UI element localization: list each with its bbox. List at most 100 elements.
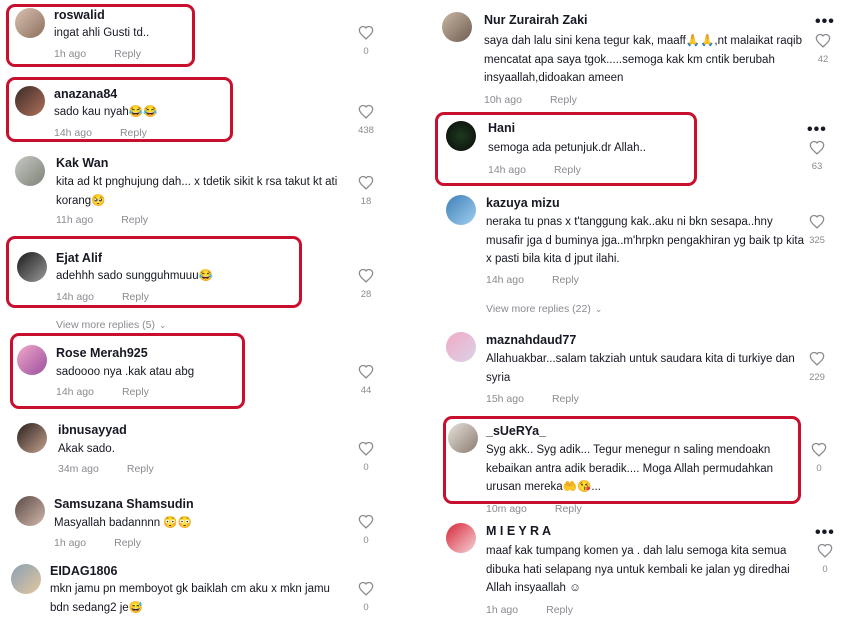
heart-icon — [358, 25, 374, 40]
view-more-replies-link[interactable]: View more replies (5) ⌄ — [56, 319, 167, 331]
comment-text: neraka tu pnas x t'tanggung kak..aku ni … — [486, 216, 804, 265]
like-button[interactable]: 0 — [357, 441, 375, 473]
heart-icon — [358, 104, 374, 119]
comment-text: mkn jamu pn memboyot gk baiklah cm aku x… — [50, 583, 330, 614]
more-options-icon[interactable]: ••• — [815, 14, 835, 30]
like-count: 229 — [809, 372, 825, 383]
comment-username[interactable]: EIDAG1806 — [50, 564, 117, 578]
avatar[interactable] — [446, 523, 476, 553]
like-button[interactable]: 44 — [357, 364, 375, 396]
heart-icon — [811, 442, 827, 457]
comment-text: Masyallah badannnn 😳😳 — [54, 517, 192, 529]
comment-time: 1h ago — [486, 604, 519, 616]
like-count: 0 — [363, 602, 369, 613]
comment-username[interactable]: Samsuzana Shamsudin — [54, 497, 194, 511]
reply-button[interactable]: Reply — [121, 214, 148, 226]
comment-meta: 11h ago Reply — [56, 214, 148, 226]
avatar[interactable] — [15, 496, 45, 526]
panel-gap — [385, 0, 431, 620]
like-button[interactable]: 0 — [357, 581, 375, 613]
like-button[interactable]: 0 — [810, 442, 828, 474]
view-more-label: View more replies (5) — [56, 319, 156, 331]
more-options-icon[interactable]: ••• — [807, 122, 827, 138]
comment-meta: 10h ago Reply — [484, 94, 577, 106]
like-count: 325 — [809, 235, 825, 246]
heart-icon — [817, 543, 833, 558]
like-button[interactable]: 42 — [814, 33, 832, 65]
like-count: 0 — [822, 564, 828, 575]
heart-icon — [809, 140, 825, 155]
heart-icon — [358, 268, 374, 283]
comment-meta: 34m ago Reply — [58, 463, 154, 475]
heart-icon — [358, 175, 374, 190]
chevron-down-icon: ⌄ — [594, 304, 603, 314]
comment-username[interactable]: ibnusayyad — [58, 423, 127, 437]
reply-button[interactable]: Reply — [114, 537, 141, 549]
like-button[interactable]: 0 — [357, 25, 375, 57]
reply-button[interactable]: Reply — [552, 393, 579, 405]
highlight-box — [6, 4, 195, 67]
like-count: 0 — [363, 535, 369, 546]
reply-button[interactable]: Reply — [552, 274, 579, 286]
heart-icon — [358, 364, 374, 379]
highlight-box — [6, 77, 233, 142]
like-count: 0 — [363, 46, 369, 57]
heart-icon — [358, 441, 374, 456]
chevron-down-icon: ⌄ — [159, 320, 167, 330]
like-button[interactable]: 325 — [808, 214, 826, 246]
reply-button[interactable]: Reply — [550, 94, 577, 106]
highlight-box — [10, 333, 245, 409]
like-button[interactable]: 0 — [816, 543, 834, 575]
like-button[interactable]: 63 — [808, 140, 826, 172]
reply-button[interactable]: Reply — [546, 604, 573, 616]
like-count: 0 — [363, 462, 369, 473]
comment-username[interactable]: Kak Wan — [56, 156, 108, 170]
comment-time: 10m ago — [486, 503, 527, 515]
like-button[interactable]: 18 — [357, 175, 375, 207]
comment-time: 15h ago — [486, 393, 524, 405]
comment-username[interactable]: M I E Y R A — [486, 524, 551, 538]
comment-username[interactable]: kazuya mizu — [486, 196, 560, 210]
comment-text: maaf kak tumpang komen ya . dah lalu sem… — [486, 545, 790, 594]
like-button[interactable]: 438 — [357, 104, 375, 136]
highlight-box — [443, 416, 801, 504]
right-comment-panel: Nur Zurairah Zaki saya dah lalu sini ken… — [431, 0, 845, 620]
view-more-replies-link[interactable]: View more replies (22) ⌄ — [486, 303, 602, 315]
avatar[interactable] — [17, 423, 47, 453]
comment-time: 10h ago — [484, 94, 522, 106]
like-count: 28 — [360, 289, 372, 300]
comment-meta: 14h ago Reply — [486, 274, 579, 286]
comment-meta: 1h ago Reply — [486, 604, 573, 616]
comment-text: kita ad kt pnghujung dah... x tdetik sik… — [56, 176, 338, 207]
comment-text: Akak sado. — [58, 443, 115, 455]
avatar[interactable] — [11, 564, 41, 594]
more-options-icon[interactable]: ••• — [815, 525, 835, 541]
view-more-label: View more replies (22) — [486, 303, 591, 315]
avatar[interactable] — [446, 195, 476, 225]
like-count: 44 — [360, 385, 372, 396]
highlight-box — [435, 112, 697, 186]
comment-username[interactable]: Nur Zurairah Zaki — [484, 13, 588, 27]
like-count: 18 — [360, 196, 372, 207]
comment-text: saya dah lalu sini kena tegur kak, maaff… — [484, 35, 803, 84]
comment-username[interactable]: maznahdaud77 — [486, 333, 576, 347]
heart-icon — [809, 351, 825, 366]
reply-button[interactable]: Reply — [555, 503, 582, 515]
comment-meta: 15h ago Reply — [486, 393, 579, 405]
avatar[interactable] — [15, 156, 45, 186]
like-button[interactable]: 28 — [357, 268, 375, 300]
like-button[interactable]: 229 — [808, 351, 826, 383]
left-comment-panel: roswalid ingat ahli Gusti td.. 1h ago Rep… — [0, 0, 385, 620]
heart-icon — [358, 581, 374, 596]
avatar[interactable] — [442, 12, 472, 42]
comment-time: 14h ago — [486, 274, 524, 286]
heart-icon — [809, 214, 825, 229]
comment-meta: 1h ago Reply — [54, 537, 141, 549]
reply-button[interactable]: Reply — [127, 463, 154, 475]
comment-time: 1h ago — [54, 537, 87, 549]
comment-time: 34m ago — [58, 463, 99, 475]
like-button[interactable]: 0 — [357, 514, 375, 546]
highlight-box — [6, 236, 302, 308]
avatar[interactable] — [446, 332, 476, 362]
comment-text: Allahuakbar...salam takziah untuk saudar… — [486, 353, 795, 384]
